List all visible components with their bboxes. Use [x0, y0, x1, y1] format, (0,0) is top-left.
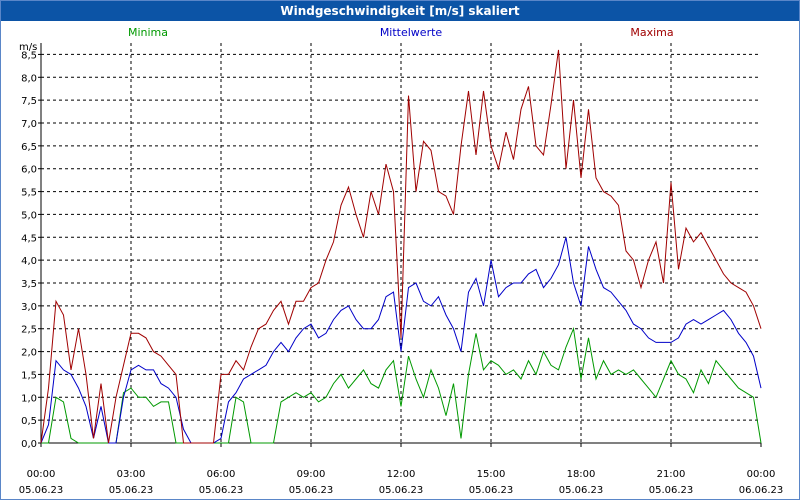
x-tick-time: 15:00 — [477, 469, 506, 480]
y-tick-label: 2,5 — [21, 325, 37, 336]
y-tick-label: 4,0 — [21, 256, 37, 267]
y-tick-label: 7,5 — [21, 96, 37, 107]
x-tick-time: 00:00 — [747, 469, 776, 480]
x-tick-time: 00:00 — [27, 469, 56, 480]
series — [40, 49, 762, 444]
legend-mittelwerte: Mittelwerte — [380, 26, 443, 39]
x-tick-date: 05.06.23 — [109, 485, 154, 496]
y-tick-label: 1,0 — [21, 393, 37, 404]
x-tick-date: 05.06.23 — [379, 485, 424, 496]
x-tick-date: 05.06.23 — [469, 485, 514, 496]
x-tick-time: 12:00 — [387, 469, 416, 480]
x-tick-time: 18:00 — [567, 469, 596, 480]
y-tick-label: 3,5 — [21, 279, 37, 290]
y-tick-label: 0,5 — [21, 416, 37, 427]
axes — [38, 43, 762, 447]
y-axis-label: m/s — [19, 42, 37, 53]
grid — [41, 43, 761, 443]
y-tick-label: 3,0 — [21, 302, 37, 313]
x-tick-time: 06:00 — [207, 469, 236, 480]
y-tick-label: 7,0 — [21, 119, 37, 130]
x-tick-time: 03:00 — [117, 469, 146, 480]
x-tick-date: 05.06.23 — [649, 485, 694, 496]
x-tick-date: 05.06.23 — [559, 485, 604, 496]
y-tick-label: 6,0 — [21, 165, 37, 176]
y-tick-label: 5,0 — [21, 210, 37, 221]
y-tick-label: 1,5 — [21, 370, 37, 381]
wind-speed-chart: 0,0 0,5 1,0 1,5 2,0 2,5 3,0 3,5 4,0 4,5 5,0 5,5 6,0 6… — [19, 26, 784, 496]
y-tick-label: 6,5 — [21, 142, 37, 153]
chart-window: Windgeschwindigkeit [m/s] skaliert 0,0 0,… — [0, 0, 800, 500]
y-tick-label: 5,5 — [21, 188, 37, 199]
series-line-mittelwerte — [40, 237, 762, 444]
legend-minima: Minima — [128, 26, 168, 39]
x-tick-time: 09:00 — [297, 469, 326, 480]
x-tick-time: 21:00 — [657, 469, 686, 480]
legend-maxima: Maxima — [630, 26, 673, 39]
x-tick-date: 06.06.23 — [739, 485, 784, 496]
y-tick-label: 2,0 — [21, 348, 37, 359]
x-tick-date: 05.06.23 — [19, 485, 64, 496]
y-tick-label: 8,0 — [21, 73, 37, 84]
x-tick-date: 05.06.23 — [199, 485, 244, 496]
series-line-maxima — [40, 49, 762, 444]
y-tick-label: 0,0 — [21, 439, 37, 450]
y-tick-label: 4,5 — [21, 233, 37, 244]
chart-title: Windgeschwindigkeit [m/s] skaliert — [1, 1, 799, 21]
x-tick-date: 05.06.23 — [289, 485, 334, 496]
